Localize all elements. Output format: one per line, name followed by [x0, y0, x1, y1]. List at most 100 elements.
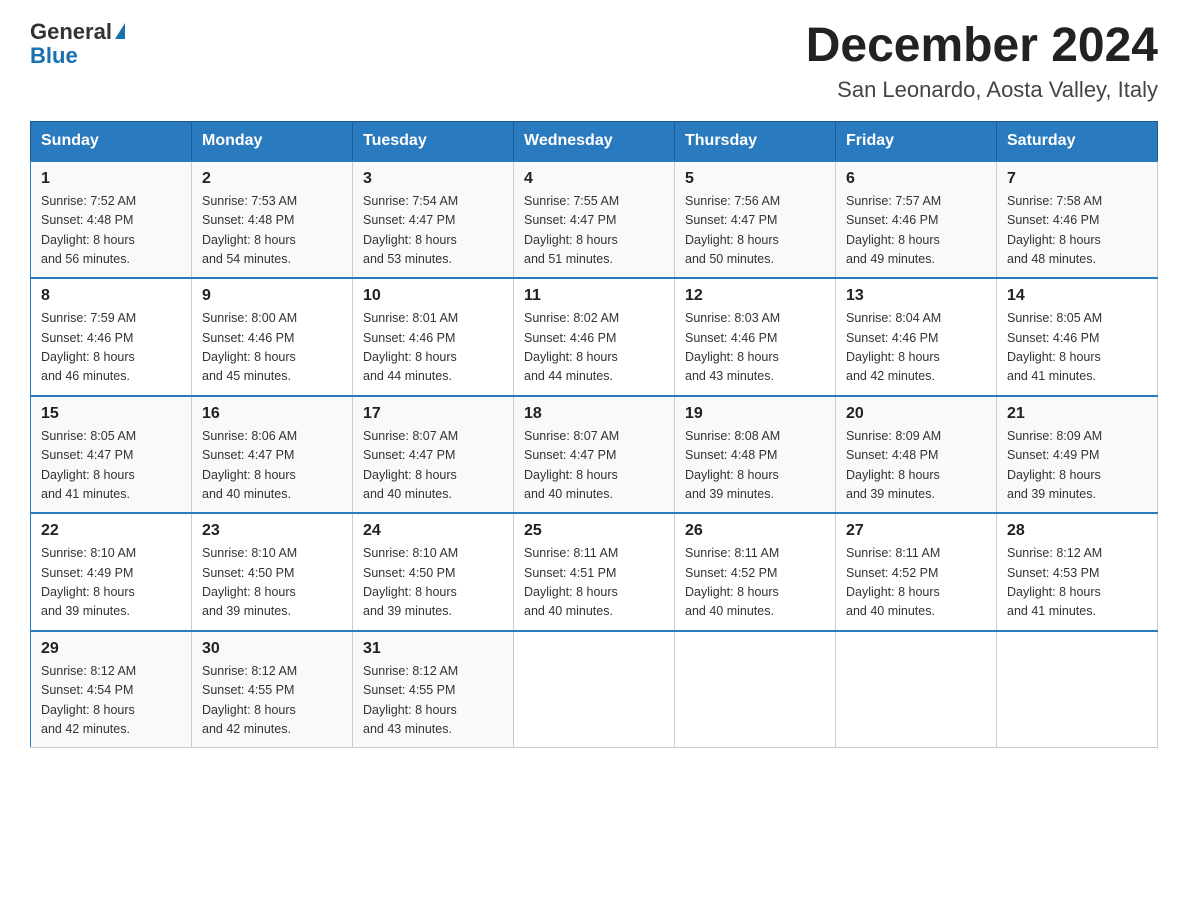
table-row: 19 Sunrise: 8:08 AMSunset: 4:48 PMDaylig… — [675, 396, 836, 514]
logo: General Blue — [30, 20, 125, 68]
day-info: Sunrise: 8:00 AMSunset: 4:46 PMDaylight:… — [202, 311, 297, 383]
day-info: Sunrise: 8:11 AMSunset: 4:52 PMDaylight:… — [685, 546, 779, 618]
table-row: 29 Sunrise: 8:12 AMSunset: 4:54 PMDaylig… — [31, 631, 192, 748]
table-row: 1 Sunrise: 7:52 AMSunset: 4:48 PMDayligh… — [31, 161, 192, 279]
day-info: Sunrise: 8:04 AMSunset: 4:46 PMDaylight:… — [846, 311, 941, 383]
day-number: 12 — [685, 287, 825, 305]
calendar-week-row: 15 Sunrise: 8:05 AMSunset: 4:47 PMDaylig… — [31, 396, 1158, 514]
logo-triangle-icon — [115, 23, 125, 39]
table-row: 10 Sunrise: 8:01 AMSunset: 4:46 PMDaylig… — [353, 278, 514, 396]
day-number: 19 — [685, 405, 825, 423]
day-info: Sunrise: 8:11 AMSunset: 4:52 PMDaylight:… — [846, 546, 940, 618]
day-info: Sunrise: 8:09 AMSunset: 4:49 PMDaylight:… — [1007, 429, 1102, 501]
day-number: 27 — [846, 522, 986, 540]
col-tuesday: Tuesday — [353, 121, 514, 161]
day-info: Sunrise: 8:01 AMSunset: 4:46 PMDaylight:… — [363, 311, 458, 383]
day-number: 24 — [363, 522, 503, 540]
table-row: 5 Sunrise: 7:56 AMSunset: 4:47 PMDayligh… — [675, 161, 836, 279]
table-row: 23 Sunrise: 8:10 AMSunset: 4:50 PMDaylig… — [192, 513, 353, 631]
day-number: 14 — [1007, 287, 1147, 305]
day-number: 22 — [41, 522, 181, 540]
day-number: 2 — [202, 170, 342, 188]
calendar-week-row: 22 Sunrise: 8:10 AMSunset: 4:49 PMDaylig… — [31, 513, 1158, 631]
page-subtitle: San Leonardo, Aosta Valley, Italy — [806, 77, 1158, 103]
day-number: 31 — [363, 640, 503, 658]
day-info: Sunrise: 8:05 AMSunset: 4:46 PMDaylight:… — [1007, 311, 1102, 383]
day-number: 29 — [41, 640, 181, 658]
col-sunday: Sunday — [31, 121, 192, 161]
table-row: 25 Sunrise: 8:11 AMSunset: 4:51 PMDaylig… — [514, 513, 675, 631]
day-info: Sunrise: 7:58 AMSunset: 4:46 PMDaylight:… — [1007, 194, 1102, 266]
table-row: 15 Sunrise: 8:05 AMSunset: 4:47 PMDaylig… — [31, 396, 192, 514]
col-friday: Friday — [836, 121, 997, 161]
table-row: 8 Sunrise: 7:59 AMSunset: 4:46 PMDayligh… — [31, 278, 192, 396]
calendar-week-row: 1 Sunrise: 7:52 AMSunset: 4:48 PMDayligh… — [31, 161, 1158, 279]
day-info: Sunrise: 7:56 AMSunset: 4:47 PMDaylight:… — [685, 194, 780, 266]
logo-blue: Blue — [30, 44, 78, 68]
table-row: 13 Sunrise: 8:04 AMSunset: 4:46 PMDaylig… — [836, 278, 997, 396]
table-row: 16 Sunrise: 8:06 AMSunset: 4:47 PMDaylig… — [192, 396, 353, 514]
day-number: 15 — [41, 405, 181, 423]
day-number: 21 — [1007, 405, 1147, 423]
day-info: Sunrise: 8:08 AMSunset: 4:48 PMDaylight:… — [685, 429, 780, 501]
calendar-table: Sunday Monday Tuesday Wednesday Thursday… — [30, 121, 1158, 749]
day-info: Sunrise: 8:03 AMSunset: 4:46 PMDaylight:… — [685, 311, 780, 383]
table-row: 6 Sunrise: 7:57 AMSunset: 4:46 PMDayligh… — [836, 161, 997, 279]
col-saturday: Saturday — [997, 121, 1158, 161]
day-number: 20 — [846, 405, 986, 423]
day-info: Sunrise: 8:06 AMSunset: 4:47 PMDaylight:… — [202, 429, 297, 501]
day-info: Sunrise: 7:57 AMSunset: 4:46 PMDaylight:… — [846, 194, 941, 266]
day-info: Sunrise: 8:05 AMSunset: 4:47 PMDaylight:… — [41, 429, 136, 501]
day-number: 10 — [363, 287, 503, 305]
day-info: Sunrise: 7:55 AMSunset: 4:47 PMDaylight:… — [524, 194, 619, 266]
table-row: 24 Sunrise: 8:10 AMSunset: 4:50 PMDaylig… — [353, 513, 514, 631]
day-number: 11 — [524, 287, 664, 305]
table-row: 3 Sunrise: 7:54 AMSunset: 4:47 PMDayligh… — [353, 161, 514, 279]
table-row — [675, 631, 836, 748]
day-info: Sunrise: 8:10 AMSunset: 4:50 PMDaylight:… — [363, 546, 458, 618]
day-number: 23 — [202, 522, 342, 540]
day-number: 18 — [524, 405, 664, 423]
table-row — [514, 631, 675, 748]
table-row: 4 Sunrise: 7:55 AMSunset: 4:47 PMDayligh… — [514, 161, 675, 279]
day-number: 17 — [363, 405, 503, 423]
table-row: 20 Sunrise: 8:09 AMSunset: 4:48 PMDaylig… — [836, 396, 997, 514]
day-info: Sunrise: 8:02 AMSunset: 4:46 PMDaylight:… — [524, 311, 619, 383]
day-info: Sunrise: 7:52 AMSunset: 4:48 PMDaylight:… — [41, 194, 136, 266]
table-row: 22 Sunrise: 8:10 AMSunset: 4:49 PMDaylig… — [31, 513, 192, 631]
table-row: 2 Sunrise: 7:53 AMSunset: 4:48 PMDayligh… — [192, 161, 353, 279]
logo-general: General — [30, 20, 112, 44]
table-row: 28 Sunrise: 8:12 AMSunset: 4:53 PMDaylig… — [997, 513, 1158, 631]
day-info: Sunrise: 8:07 AMSunset: 4:47 PMDaylight:… — [363, 429, 458, 501]
table-row: 18 Sunrise: 8:07 AMSunset: 4:47 PMDaylig… — [514, 396, 675, 514]
day-info: Sunrise: 8:12 AMSunset: 4:53 PMDaylight:… — [1007, 546, 1102, 618]
day-number: 9 — [202, 287, 342, 305]
day-number: 16 — [202, 405, 342, 423]
day-number: 6 — [846, 170, 986, 188]
day-number: 13 — [846, 287, 986, 305]
day-number: 1 — [41, 170, 181, 188]
day-info: Sunrise: 8:12 AMSunset: 4:54 PMDaylight:… — [41, 664, 136, 736]
day-number: 4 — [524, 170, 664, 188]
day-info: Sunrise: 8:12 AMSunset: 4:55 PMDaylight:… — [202, 664, 297, 736]
day-info: Sunrise: 7:53 AMSunset: 4:48 PMDaylight:… — [202, 194, 297, 266]
col-monday: Monday — [192, 121, 353, 161]
calendar-week-row: 29 Sunrise: 8:12 AMSunset: 4:54 PMDaylig… — [31, 631, 1158, 748]
day-info: Sunrise: 8:09 AMSunset: 4:48 PMDaylight:… — [846, 429, 941, 501]
table-row: 27 Sunrise: 8:11 AMSunset: 4:52 PMDaylig… — [836, 513, 997, 631]
table-row: 12 Sunrise: 8:03 AMSunset: 4:46 PMDaylig… — [675, 278, 836, 396]
table-row: 31 Sunrise: 8:12 AMSunset: 4:55 PMDaylig… — [353, 631, 514, 748]
day-info: Sunrise: 8:10 AMSunset: 4:50 PMDaylight:… — [202, 546, 297, 618]
day-info: Sunrise: 7:54 AMSunset: 4:47 PMDaylight:… — [363, 194, 458, 266]
page-header: General Blue December 2024 San Leonardo,… — [30, 20, 1158, 103]
day-number: 28 — [1007, 522, 1147, 540]
page-title: December 2024 — [806, 20, 1158, 73]
table-row — [997, 631, 1158, 748]
day-info: Sunrise: 8:12 AMSunset: 4:55 PMDaylight:… — [363, 664, 458, 736]
day-info: Sunrise: 8:11 AMSunset: 4:51 PMDaylight:… — [524, 546, 618, 618]
title-block: December 2024 San Leonardo, Aosta Valley… — [806, 20, 1158, 103]
day-number: 25 — [524, 522, 664, 540]
col-wednesday: Wednesday — [514, 121, 675, 161]
table-row: 21 Sunrise: 8:09 AMSunset: 4:49 PMDaylig… — [997, 396, 1158, 514]
day-number: 5 — [685, 170, 825, 188]
